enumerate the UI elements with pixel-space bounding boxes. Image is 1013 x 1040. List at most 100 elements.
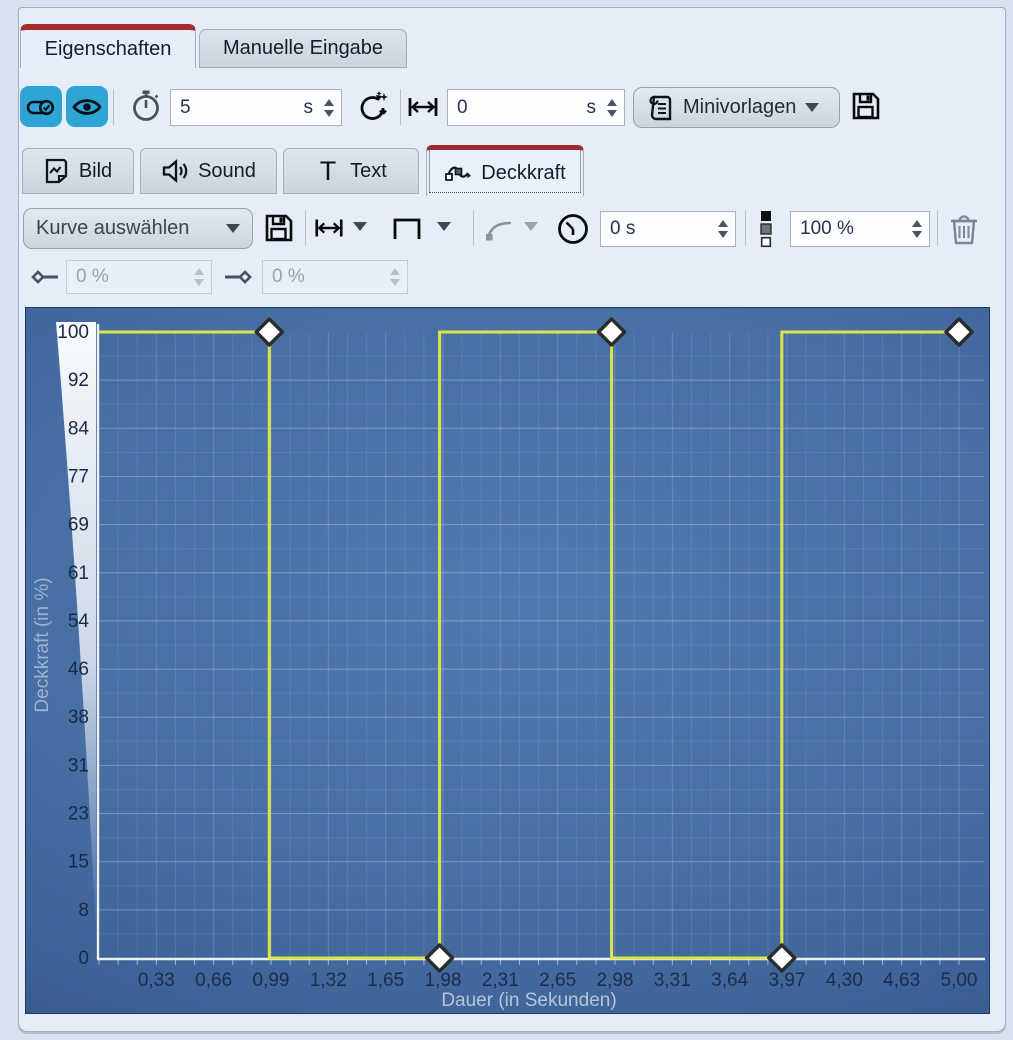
node-options-chevron xyxy=(524,222,538,231)
square-wave-button[interactable] xyxy=(388,210,426,248)
x-tick-label: 4,63 xyxy=(883,970,920,991)
x-tick-label: 2,65 xyxy=(539,970,576,991)
point-opacity-value: 100 % xyxy=(800,218,909,240)
toggle-enabled-icon xyxy=(25,91,57,123)
y-tick-label: 100 xyxy=(57,322,89,343)
tab-text-label: Text xyxy=(350,160,387,183)
y-tick-label: 15 xyxy=(68,852,89,873)
x-tick-label: 4,30 xyxy=(826,970,863,991)
fade-in-value: 0 % xyxy=(76,266,191,288)
x-tick-label: 0,99 xyxy=(253,970,290,991)
y-tick-label: 54 xyxy=(68,611,90,632)
y-tick-label: 92 xyxy=(68,370,89,391)
y-tick-label: 61 xyxy=(68,563,89,584)
x-tick-label: 1,65 xyxy=(367,970,404,991)
offset-value: 0 xyxy=(457,97,587,119)
keyframe-out-icon xyxy=(222,263,256,291)
display-duration-spinbox[interactable]: 5 s xyxy=(170,89,342,126)
stretch-curve-button[interactable] xyxy=(312,211,346,245)
tab-eigenschaften[interactable]: Eigenschaften xyxy=(20,24,196,68)
delete-point-button xyxy=(946,210,982,248)
offset-spinbox[interactable]: 0 s xyxy=(447,89,625,126)
toggle-enabled-button[interactable] xyxy=(20,86,62,127)
y-tick-label: 8 xyxy=(78,900,89,921)
point-opacity-spinbox[interactable]: 100 % xyxy=(790,211,930,247)
x-axis-title: Dauer (in Sekunden) xyxy=(441,990,616,1011)
curve-node-icon xyxy=(482,212,516,246)
spin-down-button[interactable] xyxy=(324,110,334,117)
tab-deckkraft-label: Deckkraft xyxy=(481,162,565,185)
span-width-icon xyxy=(405,89,441,125)
chevron-down-icon xyxy=(805,103,819,112)
y-tick-label: 84 xyxy=(68,418,90,439)
spin-up-button[interactable] xyxy=(912,220,922,227)
curve-point-marker[interactable] xyxy=(427,945,453,971)
y-axis-title: Deckkraft (in %) xyxy=(32,577,53,712)
toolbar-separator xyxy=(113,89,114,125)
x-tick-label: 1,32 xyxy=(310,970,347,991)
toolbar-separator xyxy=(745,210,746,246)
display-duration-value: 5 xyxy=(180,97,304,119)
tab-manuelle-eingabe[interactable]: Manuelle Eingabe xyxy=(199,29,407,68)
y-tick-label: 23 xyxy=(68,804,89,825)
display-duration-unit: s xyxy=(304,97,314,119)
spin-down-button[interactable] xyxy=(607,110,617,117)
spin-up-button[interactable] xyxy=(607,99,617,106)
fade-out-spinbox: 0 % xyxy=(262,260,408,294)
keyframe-in-icon xyxy=(28,263,62,291)
tab-text[interactable]: T Text xyxy=(283,148,419,194)
x-tick-label: 0,66 xyxy=(195,970,232,991)
minivorlagen-button[interactable]: Minivorlagen xyxy=(633,87,840,128)
opacity-curve-icon xyxy=(444,159,472,187)
x-tick-label: 2,98 xyxy=(597,970,634,991)
x-tick-label: 1,98 xyxy=(425,970,462,991)
x-tick-label: 3,64 xyxy=(711,970,748,991)
stretch-options-chevron[interactable] xyxy=(353,222,367,231)
tab-bild-label: Bild xyxy=(79,160,112,183)
spin-up-button[interactable] xyxy=(324,99,334,106)
offset-unit: s xyxy=(587,97,597,119)
y-tick-label: 77 xyxy=(68,466,89,487)
curve-point-marker[interactable] xyxy=(769,945,795,971)
toolbar-separator xyxy=(305,210,306,246)
x-tick-label: 2,31 xyxy=(482,970,519,991)
tab-bild[interactable]: Bild xyxy=(22,148,134,194)
svg-text:T: T xyxy=(320,157,337,185)
visibility-eye-icon xyxy=(71,91,103,123)
opacity-curve-chart[interactable]: 1009284776961544638312315800,330,660,991… xyxy=(25,307,990,1014)
chevron-down-icon xyxy=(226,224,240,233)
speaker-icon xyxy=(161,157,189,185)
spin-down-button[interactable] xyxy=(912,231,922,238)
tab-deckkraft[interactable]: Deckkraft xyxy=(426,145,584,196)
curve-point-marker[interactable] xyxy=(946,319,972,345)
save-button[interactable] xyxy=(848,88,884,124)
x-tick-label: 0,33 xyxy=(138,970,175,991)
curve-point-marker[interactable] xyxy=(256,319,282,345)
tab-eigenschaften-label: Eigenschaften xyxy=(45,38,172,61)
visibility-button[interactable] xyxy=(66,86,108,127)
y-tick-label: 31 xyxy=(68,755,89,776)
fade-out-value: 0 % xyxy=(272,266,387,288)
y-tick-label: 69 xyxy=(68,515,89,536)
image-icon xyxy=(44,157,70,185)
wave-options-chevron[interactable] xyxy=(437,222,451,231)
point-time-value: 0 s xyxy=(610,218,715,240)
animation-properties-window: { "tabs_main": [ {"label": "Eigenschafte… xyxy=(0,0,1013,1040)
text-icon: T xyxy=(315,157,341,185)
curve-select-label: Kurve auswählen xyxy=(36,217,189,240)
toolbar-separator xyxy=(473,210,474,246)
save-curve-button[interactable] xyxy=(261,210,297,246)
spin-down-button[interactable] xyxy=(718,231,728,238)
curve-point-marker[interactable] xyxy=(599,319,625,345)
y-tick-label: 0 xyxy=(78,948,89,969)
curve-select-dropdown[interactable]: Kurve auswählen xyxy=(23,208,253,249)
spin-up-button[interactable] xyxy=(718,220,728,227)
toolbar-separator xyxy=(937,210,938,246)
y-tick-label: 46 xyxy=(68,659,89,680)
opacity-steps-icon xyxy=(756,208,776,250)
tab-manuelle-eingabe-label: Manuelle Eingabe xyxy=(223,37,383,60)
point-time-spinbox[interactable]: 0 s xyxy=(600,211,736,247)
tab-sound[interactable]: Sound xyxy=(140,148,277,194)
toolbar-separator xyxy=(400,89,401,125)
reset-duration-button[interactable] xyxy=(353,87,393,127)
